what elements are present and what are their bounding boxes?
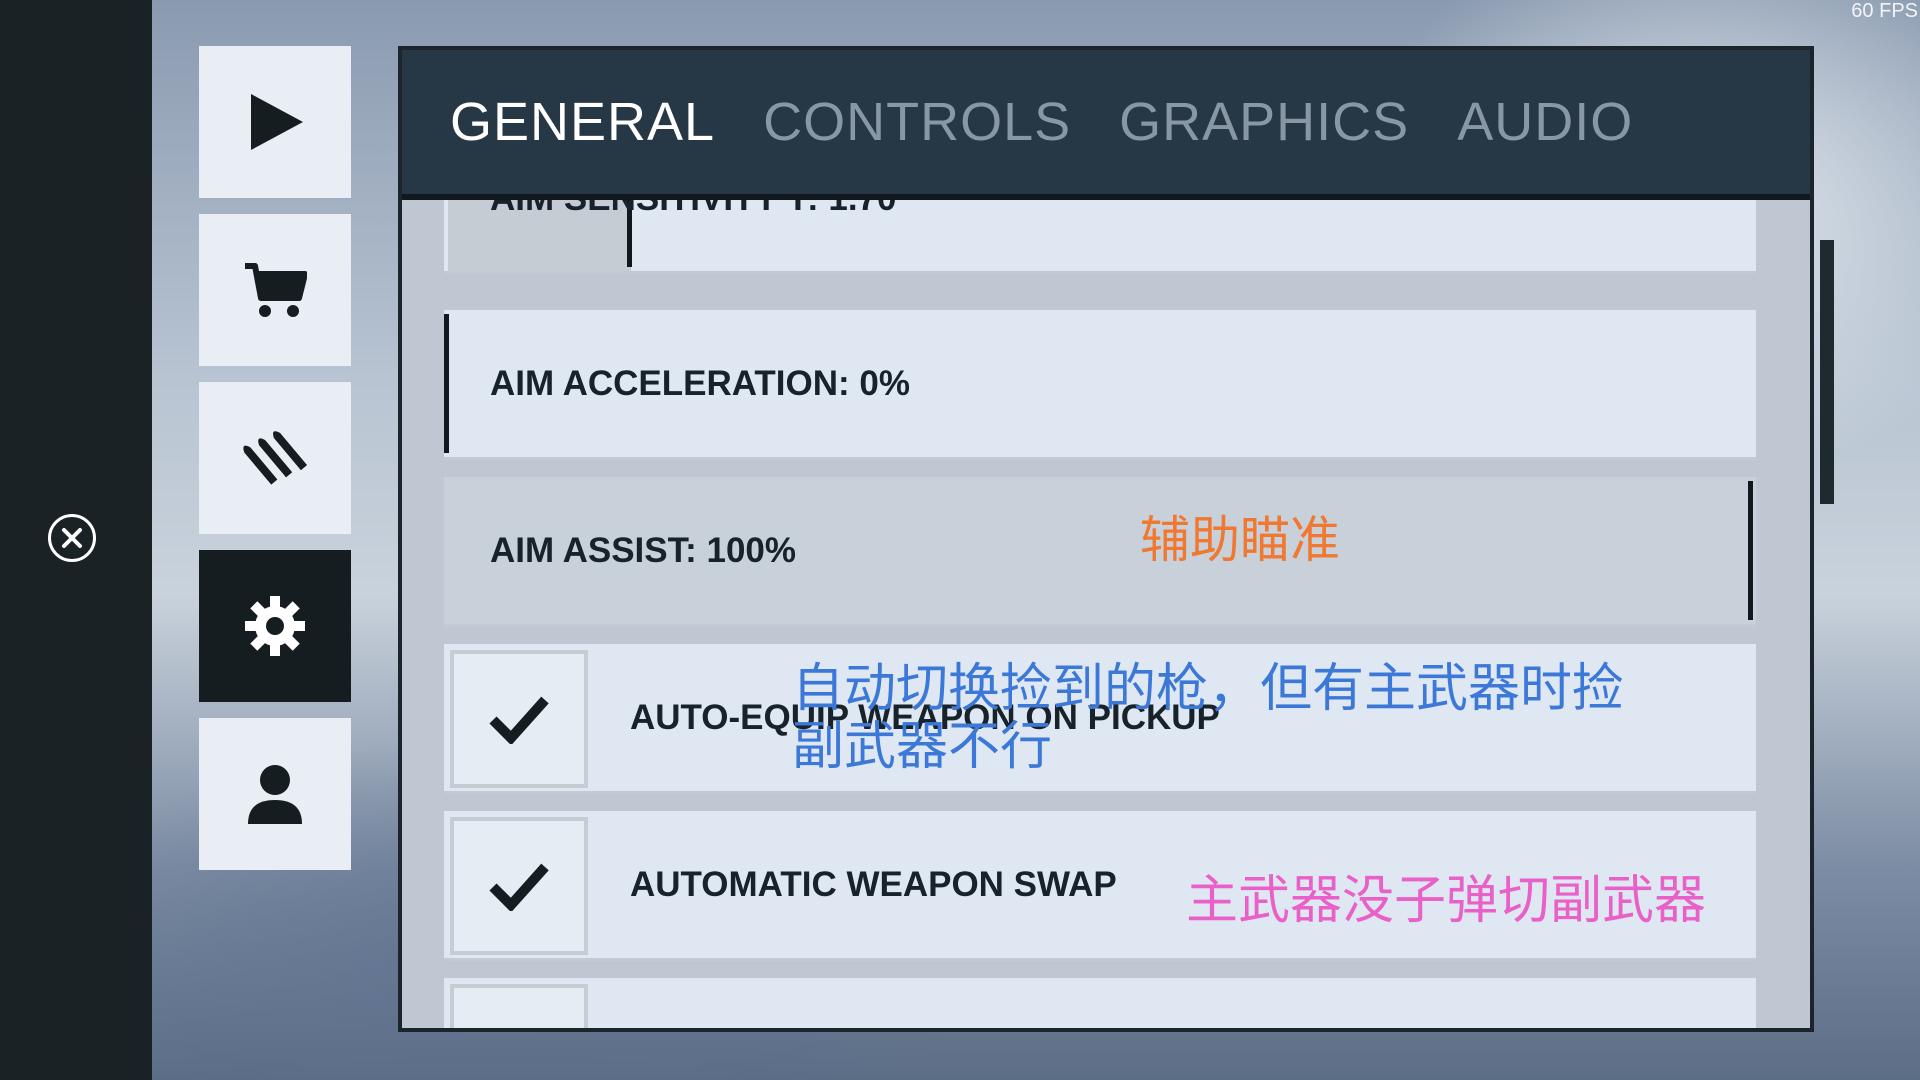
nav-settings-button[interactable] (199, 550, 351, 702)
scrollbar-thumb[interactable] (1820, 240, 1834, 504)
annotation-auto-equip: 自动切换捡到的枪，但有主武器时捡 副武器不行 (792, 660, 1624, 776)
annotation-auto-equip-line1: 自动切换捡到的枪，但有主武器时捡 (792, 659, 1625, 719)
user-icon (248, 765, 302, 824)
slider-handle[interactable] (1748, 481, 1753, 620)
aim-acceleration-label: AIM ACCELERATION: 0% (490, 363, 910, 403)
tab-audio[interactable]: AUDIO (1457, 91, 1633, 153)
nav-loadout-button[interactable] (199, 382, 351, 534)
annotation-auto-equip-line2: 副武器不行 (792, 717, 1053, 777)
checkmark-icon (489, 696, 549, 744)
tab-general[interactable]: GENERAL (450, 91, 715, 153)
slider-handle[interactable] (444, 314, 449, 453)
next-setting-row[interactable] (444, 978, 1756, 1028)
cart-icon (245, 263, 307, 317)
auto-swap-label: AUTOMATIC WEAPON SWAP (630, 864, 1117, 904)
checkmark-icon (489, 863, 549, 911)
play-icon (251, 94, 303, 150)
annotation-aim-assist: 辅助瞄准 (1140, 511, 1340, 569)
tab-controls[interactable]: CONTROLS (763, 91, 1071, 153)
ammo-icon (243, 431, 307, 485)
gear-icon (245, 596, 305, 656)
nav-shop-button[interactable] (199, 214, 351, 366)
close-button[interactable] (48, 514, 96, 562)
auto-equip-checkbox[interactable] (450, 650, 588, 788)
aim-assist-label: AIM ASSIST: 100% (490, 530, 797, 570)
aim-assist-slider[interactable]: AIM ASSIST: 100% (444, 477, 1756, 627)
auto-swap-checkbox[interactable] (450, 817, 588, 955)
annotation-auto-swap: 主武器没子弹切副武器 (1186, 871, 1707, 931)
tab-bar: GENERAL CONTROLS GRAPHICS AUDIO (402, 50, 1810, 200)
next-setting-checkbox[interactable] (450, 984, 588, 1028)
aim-acceleration-slider[interactable]: AIM ACCELERATION: 0% (444, 310, 1756, 460)
nav-play-button[interactable] (199, 46, 351, 198)
close-icon (62, 528, 82, 548)
tab-graphics[interactable]: GRAPHICS (1119, 91, 1409, 153)
nav-profile-button[interactable] (199, 718, 351, 870)
fps-counter: 60 FPS (1851, 0, 1918, 22)
